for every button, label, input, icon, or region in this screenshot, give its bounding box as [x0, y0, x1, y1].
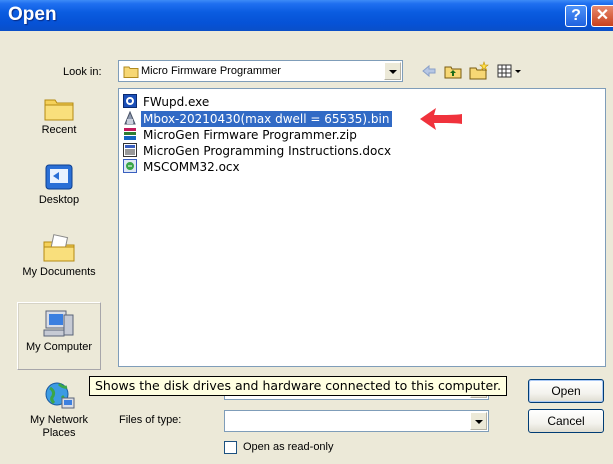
network-globe-icon — [45, 382, 75, 409]
file-item-mbox-bin[interactable]: Mbox-20210430(max dwell = 65535).bin — [123, 110, 393, 128]
ocx-icon — [123, 159, 137, 173]
my-documents-icon — [43, 234, 75, 262]
bin-file-icon — [124, 111, 136, 125]
read-only-label: Open as read-only — [243, 441, 334, 453]
desktop-icon — [45, 164, 73, 190]
view-menu-icon[interactable] — [496, 61, 524, 81]
place-my-computer[interactable]: My Computer — [17, 302, 101, 370]
file-item-fwupd-exe[interactable]: FWupd.exe — [123, 94, 211, 110]
look-in-label: Look in: — [63, 66, 102, 78]
new-folder-icon[interactable] — [468, 61, 490, 81]
docx-icon — [123, 143, 137, 157]
back-arrow-icon[interactable] — [420, 61, 438, 81]
places-bar: Recent Desktop My Documents My Computer — [11, 88, 106, 454]
recent-folder-icon — [44, 99, 74, 121]
look-in-value: Micro Firmware Programmer — [141, 65, 281, 77]
exe-icon — [123, 94, 137, 108]
file-item-zip[interactable]: MicroGen Firmware Programmer.zip — [123, 127, 359, 143]
read-only-checkbox[interactable] — [224, 441, 237, 454]
place-my-documents[interactable]: My Documents — [17, 228, 101, 296]
files-of-type-dropdown[interactable] — [224, 410, 489, 432]
help-button[interactable]: ? — [565, 5, 587, 27]
folder-icon — [123, 66, 139, 78]
my-computer-icon — [43, 310, 74, 337]
files-of-type-label: Files of type: — [119, 414, 182, 426]
cancel-button[interactable]: Cancel — [528, 409, 604, 433]
close-button[interactable]: ✕ — [591, 5, 613, 27]
file-item-ocx[interactable]: MSCOMM32.ocx — [123, 159, 242, 175]
annotation-arrow — [420, 108, 462, 130]
window-title: Open — [8, 4, 57, 25]
file-list[interactable]: FWupd.exe Mbox-20210430(max dwell = 6553… — [118, 88, 606, 367]
chevron-down-icon[interactable] — [384, 62, 401, 80]
up-one-level-icon[interactable] — [443, 61, 463, 81]
look-in-dropdown[interactable]: Micro Firmware Programmer — [118, 60, 403, 82]
place-recent[interactable]: Recent — [17, 88, 101, 156]
tooltip: Shows the disk drives and hardware conne… — [89, 376, 508, 396]
title-bar[interactable]: Open ? ✕ — [0, 0, 613, 31]
file-item-docx[interactable]: MicroGen Programming Instructions.docx — [123, 143, 393, 159]
zip-icon — [124, 128, 136, 140]
open-button[interactable]: Open — [528, 379, 604, 403]
chevron-down-icon[interactable] — [470, 412, 487, 430]
place-desktop[interactable]: Desktop — [17, 156, 101, 224]
